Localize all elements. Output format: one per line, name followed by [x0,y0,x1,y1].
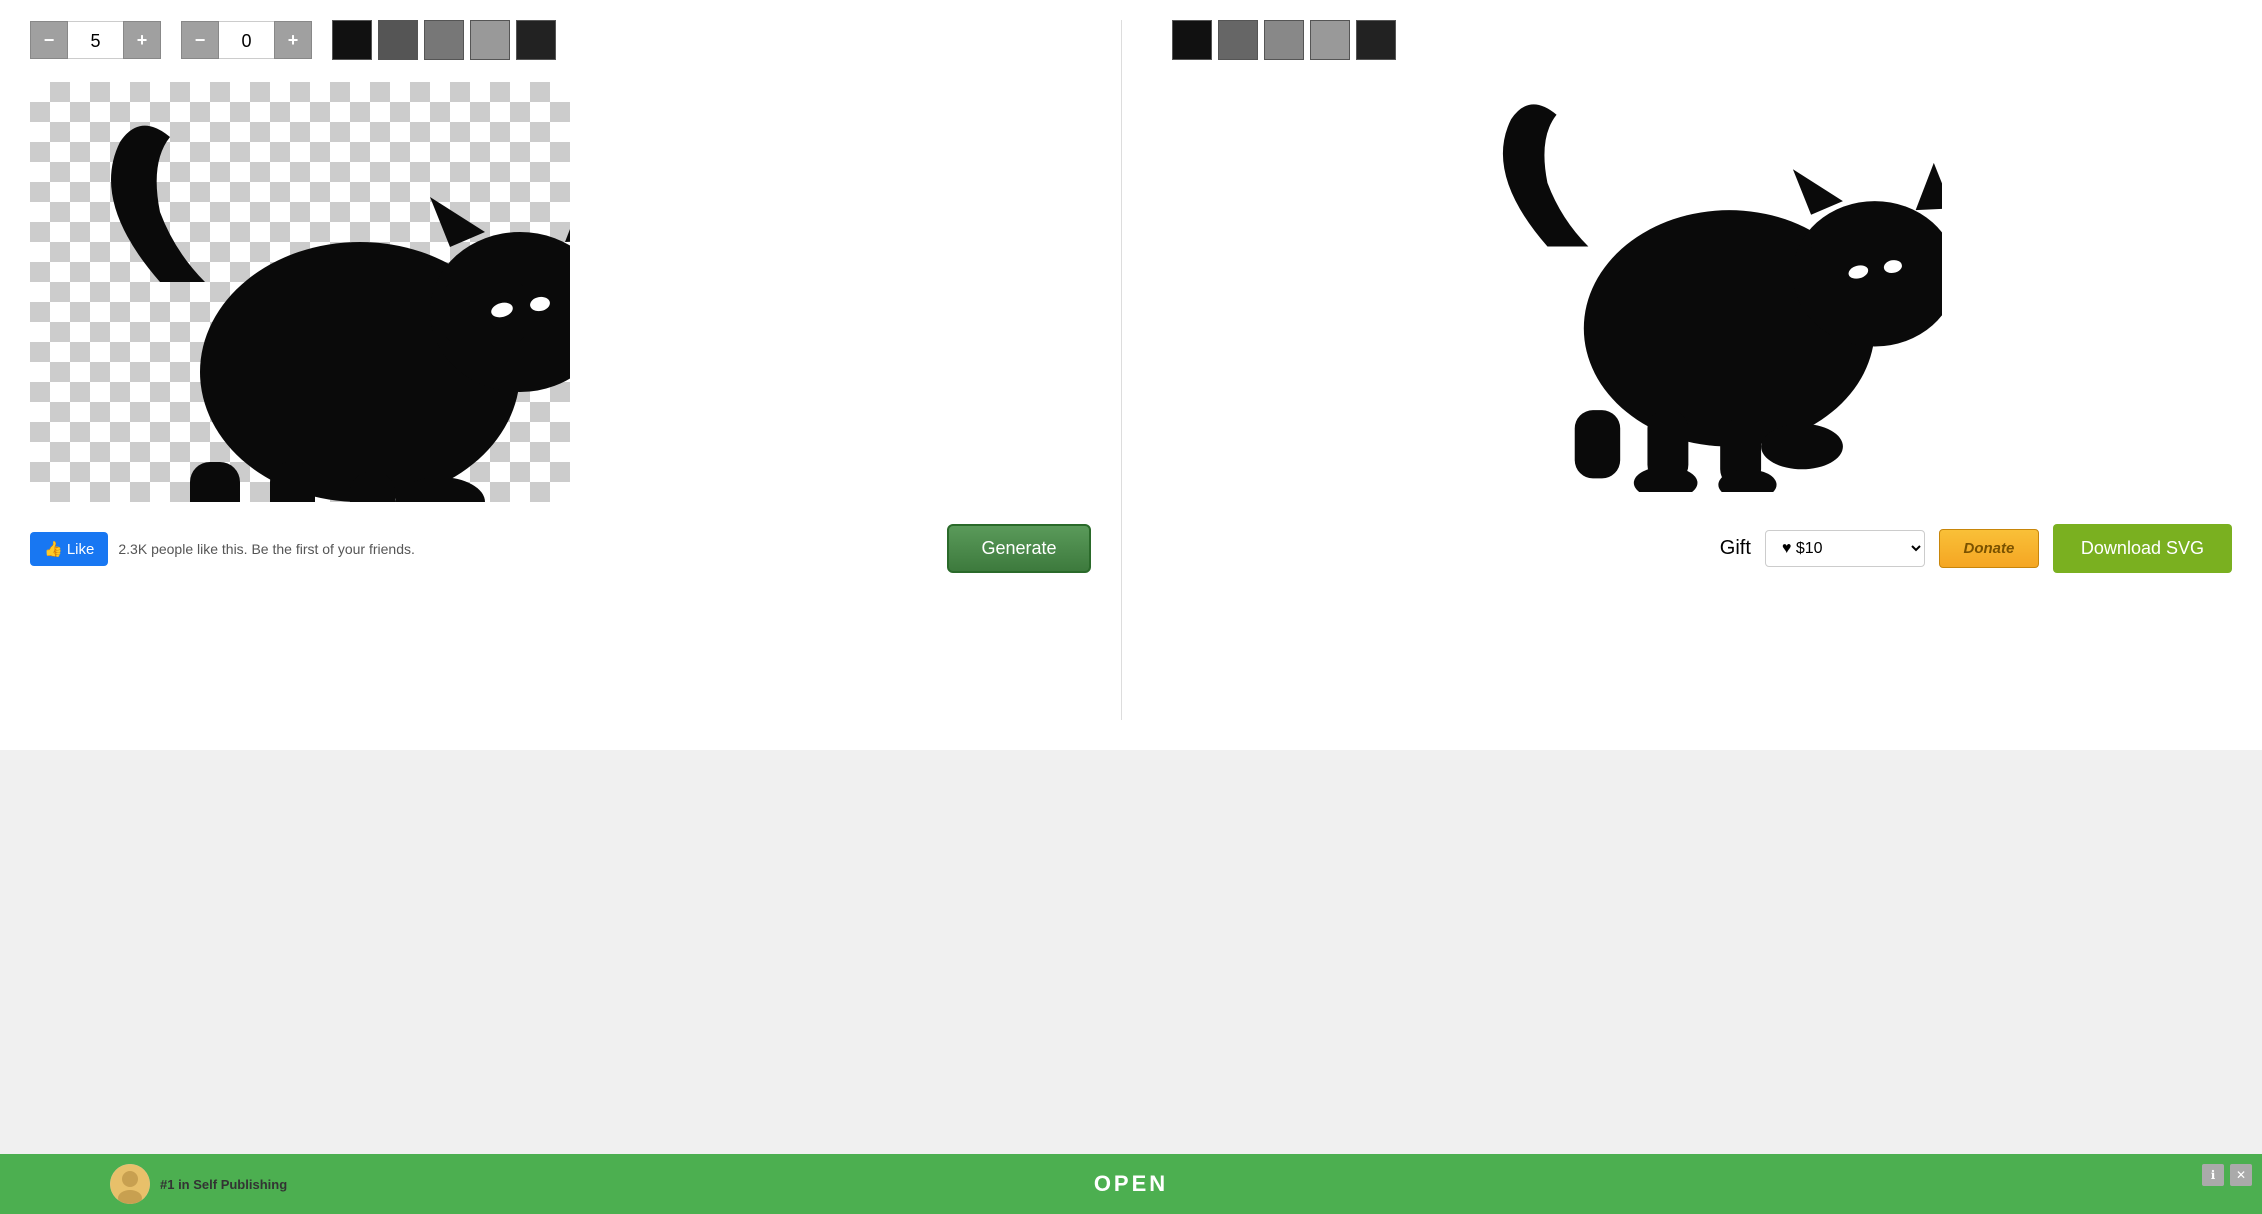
gift-label: Gift [1720,537,1751,560]
stepper-2: − 0 + [181,21,312,59]
ad-banner: #1 in Self Publishing OPEN ℹ ✕ [0,1154,2262,1214]
ad-left-area: #1 in Self Publishing [110,1164,287,1204]
right-cat-preview [1172,82,2233,502]
right-swatch-2[interactable] [1218,20,1258,60]
ad-close-area: ℹ ✕ [2202,1164,2252,1186]
controls-row: − 5 + − 0 + [30,20,1091,60]
right-swatch-5[interactable] [1356,20,1396,60]
stepper2-plus-button[interactable]: + [274,21,312,59]
right-panel: Gift ♥ $10 ♥ $5 ♥ $20 ♥ $50 Donate Downl… [1152,20,2233,720]
ad-title-text: #1 in Self Publishing [160,1177,287,1192]
right-cat-svg [1462,92,1942,492]
open-button[interactable]: OPEN [0,1154,2262,1214]
stepper-1: − 5 + [30,21,161,59]
stepper2-minus-button[interactable]: − [181,21,219,59]
left-swatch-3[interactable] [424,20,464,60]
stepper2-value: 0 [219,21,274,59]
ad-info-icon[interactable]: ℹ [2202,1164,2224,1186]
generate-button[interactable]: Generate [947,524,1090,573]
right-color-swatches [1172,20,2233,60]
like-count-text: 2.3K people like this. Be the first of y… [118,541,415,557]
action-row: 👍 Like 2.3K people like this. Be the fir… [30,524,1091,573]
right-swatch-3[interactable] [1264,20,1304,60]
left-swatch-1[interactable] [332,20,372,60]
stepper1-minus-button[interactable]: − [30,21,68,59]
like-area: 👍 Like 2.3K people like this. Be the fir… [30,532,415,566]
left-swatch-2[interactable] [378,20,418,60]
stepper1-value: 5 [68,21,123,59]
left-canvas-area [30,82,570,502]
download-svg-button[interactable]: Download SVG [2053,524,2232,573]
right-swatch-4[interactable] [1310,20,1350,60]
left-swatch-4[interactable] [470,20,510,60]
right-swatch-1[interactable] [1172,20,1212,60]
like-button[interactable]: 👍 Like [30,532,108,566]
stepper1-plus-button[interactable]: + [123,21,161,59]
left-color-swatches [332,20,556,60]
left-swatch-5[interactable] [516,20,556,60]
panel-divider [1121,20,1122,720]
left-cat-svg [30,82,570,502]
ad-close-icon[interactable]: ✕ [2230,1164,2252,1186]
download-row: Gift ♥ $10 ♥ $5 ♥ $20 ♥ $50 Donate Downl… [1172,524,2233,573]
main-container: − 5 + − 0 + [0,0,2262,750]
left-panel: − 5 + − 0 + [30,20,1091,720]
gift-select[interactable]: ♥ $10 ♥ $5 ♥ $20 ♥ $50 [1765,530,1925,567]
donate-button[interactable]: Donate [1939,529,2039,568]
ad-logo [110,1164,150,1204]
